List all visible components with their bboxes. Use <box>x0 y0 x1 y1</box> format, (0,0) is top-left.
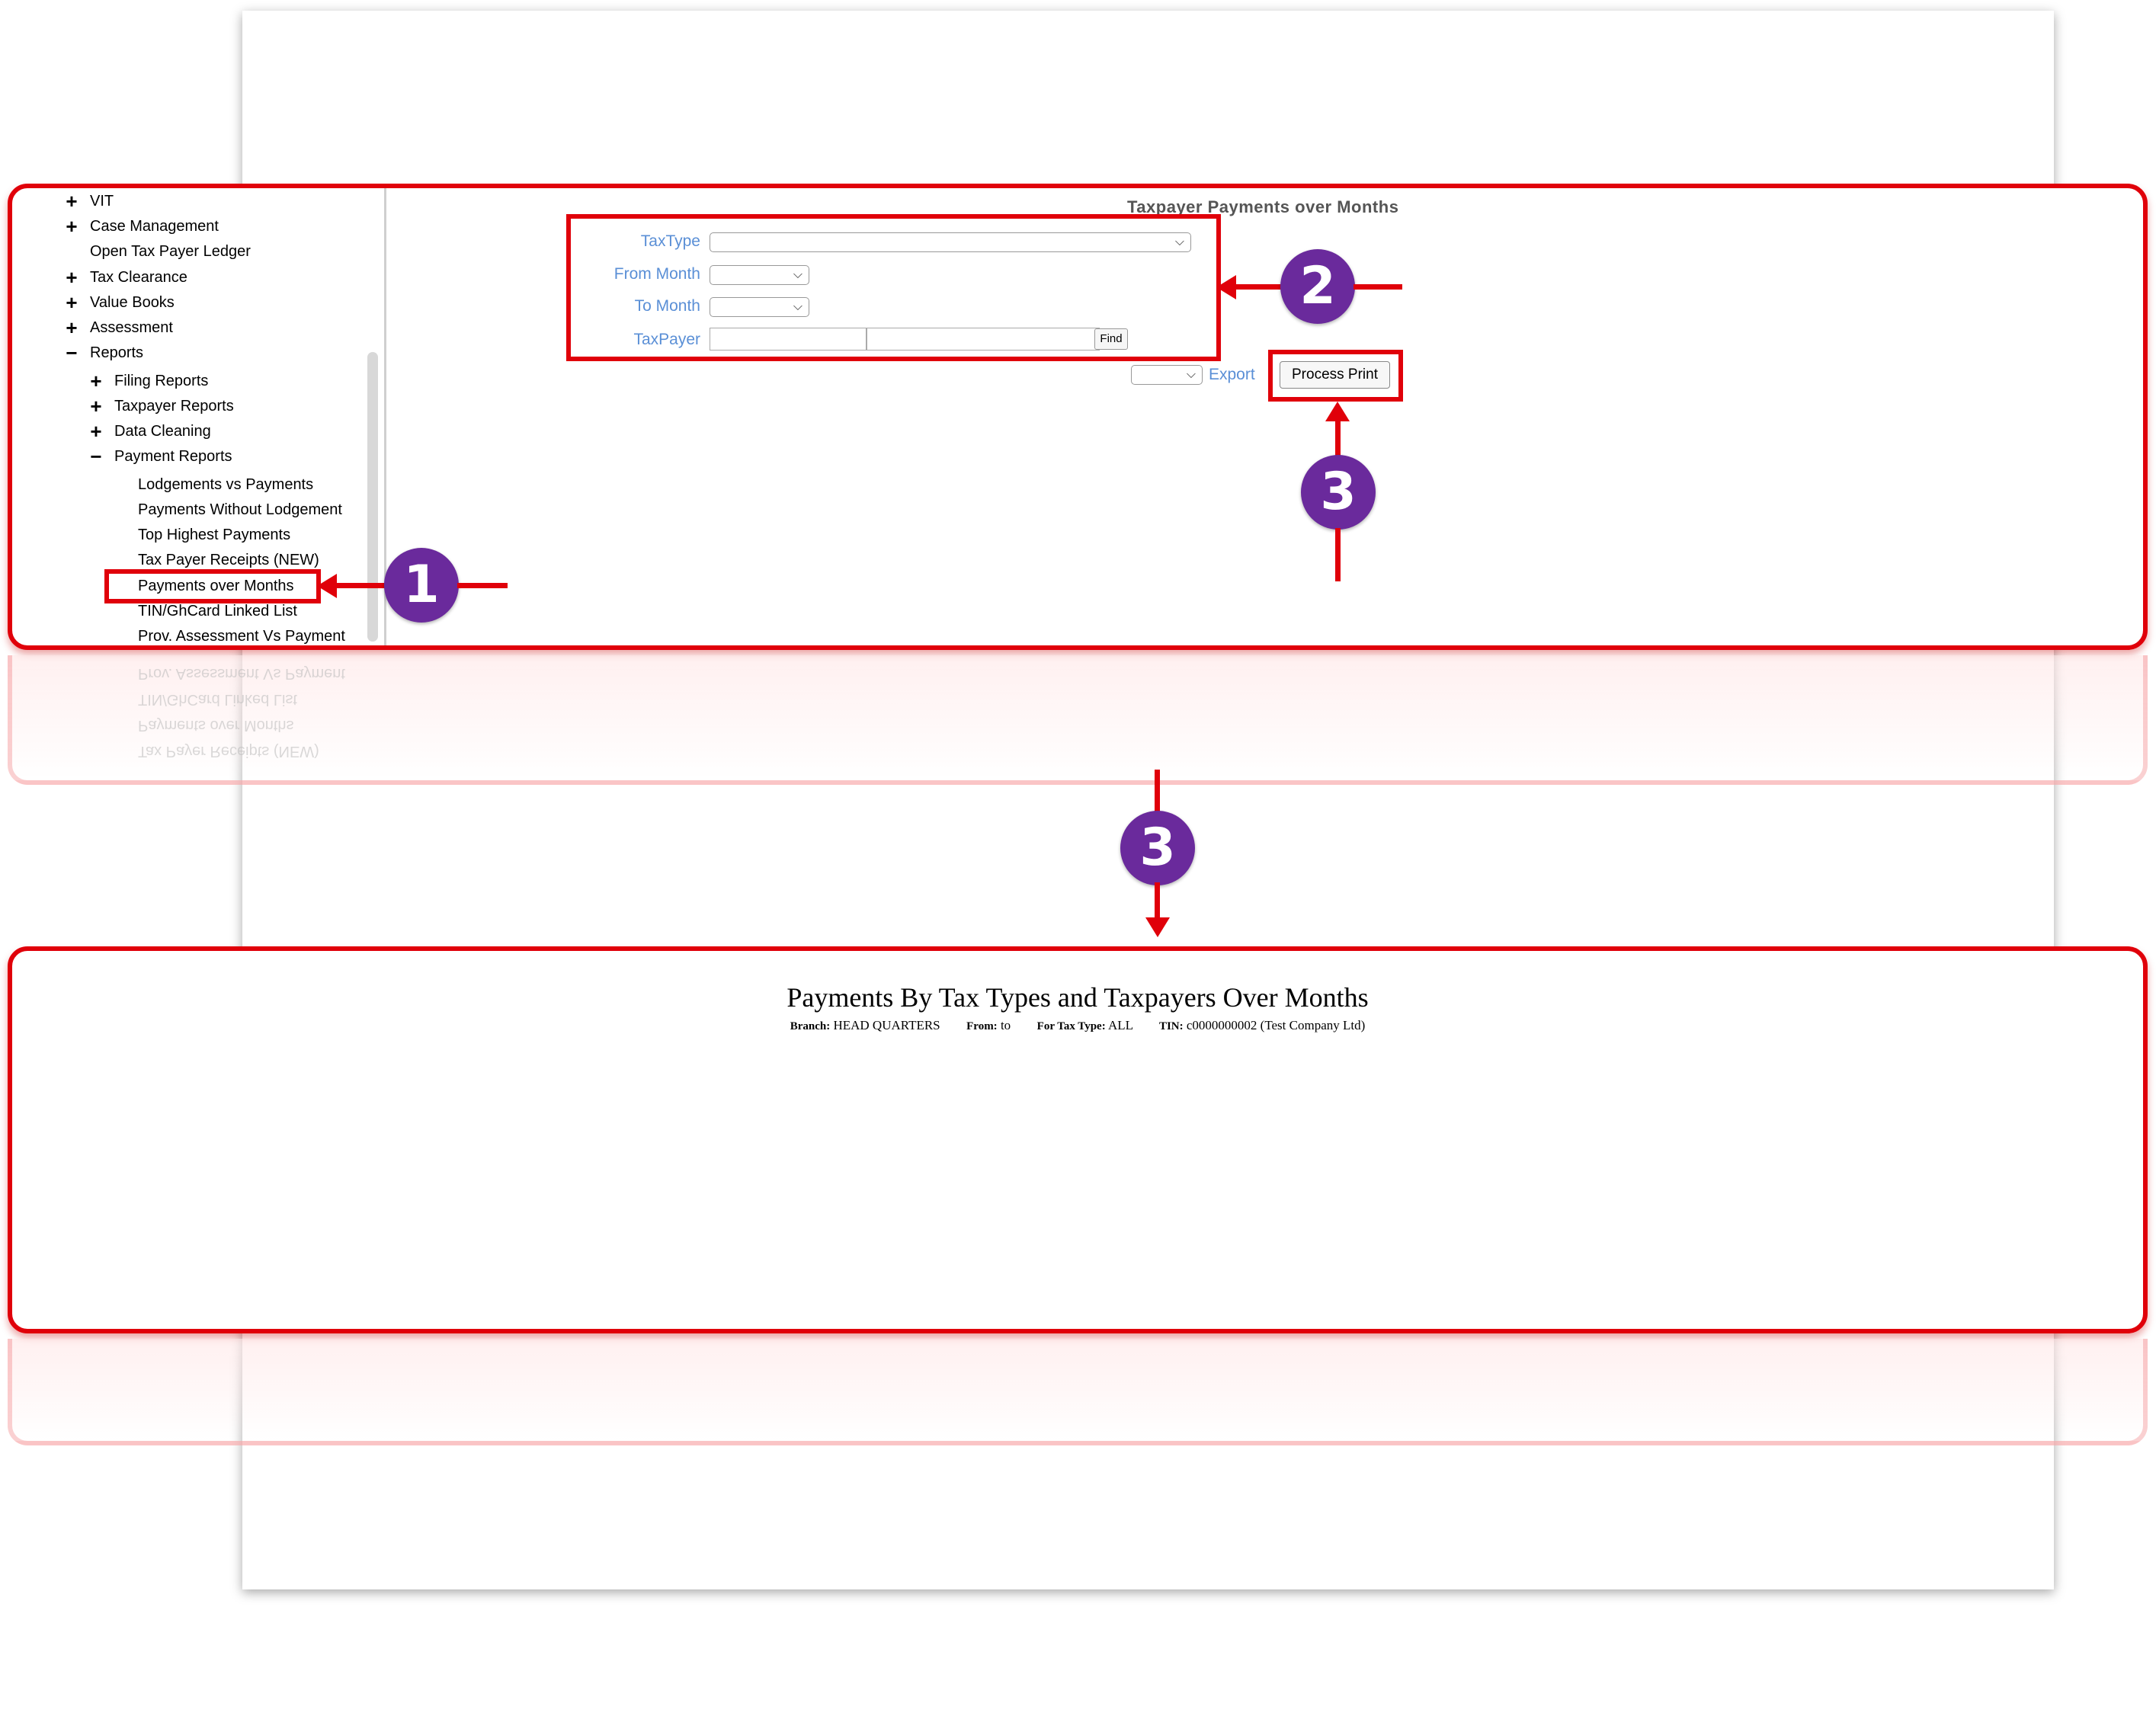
sidebar-scrollbar[interactable] <box>367 352 378 642</box>
report-title: Payments By Tax Types and Taxpayers Over… <box>786 982 1369 1013</box>
tree-item-open-tax-payer-ledger[interactable]: Open Tax Payer Ledger <box>90 243 251 261</box>
step-badge-1: 1 <box>384 548 459 623</box>
arrow-head-icon <box>317 574 337 598</box>
arrow-shaft <box>1335 418 1341 456</box>
tree-item-filing-reports[interactable]: Filing Reports <box>114 373 208 390</box>
tree-item-vit[interactable]: VIT <box>90 193 114 210</box>
step-badge-3: 3 <box>1301 455 1376 530</box>
expand-icon[interactable]: + <box>64 267 79 287</box>
tin-label: TIN: <box>1158 1020 1184 1032</box>
expand-icon[interactable]: + <box>88 396 104 416</box>
expand-icon[interactable]: + <box>64 216 79 236</box>
chevron-down-icon: ⌵ <box>1186 368 1196 381</box>
branch-label: Branch: <box>790 1020 831 1032</box>
tree-item-prov-assessment-vs-payment[interactable]: Prov. Assessment Vs Payment <box>138 628 345 645</box>
highlight-process-print <box>1268 350 1403 402</box>
tree-item-taxpayer-reports[interactable]: Taxpayer Reports <box>114 398 234 415</box>
tax-type-value: ALL <box>1108 1018 1133 1032</box>
tree-item-reports[interactable]: Reports <box>90 344 143 362</box>
tree-item-payment-reports[interactable]: Payment Reports <box>114 448 232 466</box>
tree-item-tin-ghcard-linked-list[interactable]: TIN/GhCard Linked List <box>138 603 297 620</box>
arrow-head-icon <box>1145 917 1170 937</box>
arrow-shaft <box>1354 284 1402 290</box>
arrow-shaft <box>1335 528 1341 581</box>
arrow-shaft <box>457 583 508 588</box>
step-badge-2: 2 <box>1280 249 1355 324</box>
expand-icon[interactable]: + <box>88 421 104 441</box>
tree-item-assessment[interactable]: Assessment <box>90 319 173 337</box>
tree-item-case-management[interactable]: Case Management <box>90 218 219 235</box>
arrow-shaft <box>1155 882 1160 920</box>
collapse-icon[interactable]: − <box>64 343 79 363</box>
expand-icon[interactable]: + <box>64 293 79 312</box>
highlight-payments-over-months <box>104 569 321 603</box>
from-label: From: <box>966 1020 998 1032</box>
highlight-form-fields <box>566 214 1221 361</box>
step-badge-3-result: 3 <box>1120 811 1195 885</box>
from-value: to <box>1000 1018 1011 1032</box>
branch-value: HEAD QUARTERS <box>833 1018 940 1032</box>
report-parameters: Branch: HEAD QUARTERS From: to For Tax T… <box>12 1018 2143 1033</box>
tree-item-tax-clearance[interactable]: Tax Clearance <box>90 269 187 286</box>
export-format-select[interactable]: ⌵ <box>1131 365 1203 385</box>
collapse-icon[interactable]: − <box>88 447 104 466</box>
expand-icon[interactable]: + <box>64 191 79 211</box>
report-output-panel: Payments By Tax Types and Taxpayers Over… <box>8 946 2148 1333</box>
tree-item-data-cleaning[interactable]: Data Cleaning <box>114 423 211 440</box>
tree-item-value-books[interactable]: Value Books <box>90 294 175 312</box>
arrow-head-icon <box>1216 275 1236 299</box>
tree-item-top-highest-payments[interactable]: Top Highest Payments <box>138 527 290 544</box>
tin-value: c0000000002 (Test Company Ltd) <box>1186 1018 1366 1032</box>
expand-icon[interactable]: + <box>88 371 104 391</box>
export-link[interactable]: Export <box>1209 366 1255 384</box>
tax-type-label: For Tax Type: <box>1036 1020 1106 1032</box>
tree-item-lodgements-vs-payments[interactable]: Lodgements vs Payments <box>138 476 313 494</box>
tree-item-tax-payer-receipts[interactable]: Tax Payer Receipts (NEW) <box>138 552 319 569</box>
expand-icon[interactable]: + <box>64 318 79 338</box>
navigation-and-form-panel: + VIT + Case Management Open Tax Payer L… <box>8 184 2148 650</box>
tree-item-payments-without-lodgement[interactable]: Payments Without Lodgement <box>138 501 342 519</box>
